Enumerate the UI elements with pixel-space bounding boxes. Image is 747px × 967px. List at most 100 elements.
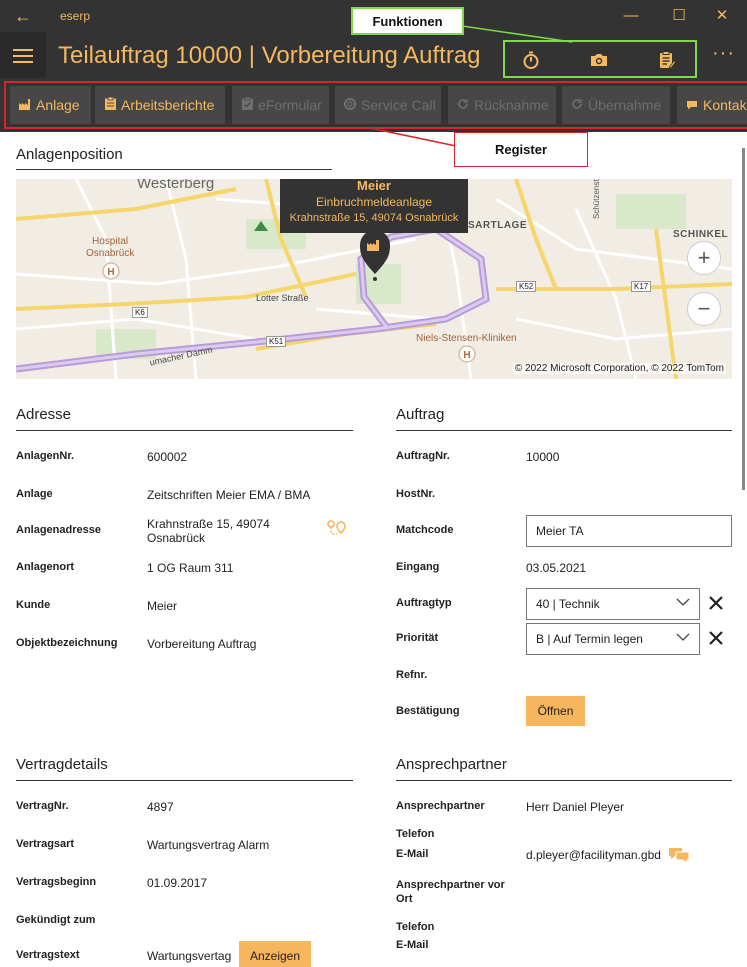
zoom-out-button[interactable]: − <box>687 292 721 326</box>
road-shield: K52 <box>516 281 537 292</box>
select-value: 40 | Technik <box>536 597 600 611</box>
popup-name: Meier <box>357 179 391 193</box>
field-label: Ort <box>396 893 413 905</box>
prioritaet-select[interactable]: B | Auf Termin legen <box>526 623 700 655</box>
chat-contact-icon[interactable] <box>668 846 690 864</box>
field-label: Ansprechpartner <box>396 800 485 812</box>
clear-auftragtyp-icon[interactable] <box>707 594 725 612</box>
field-label: Anlagenort <box>16 561 75 573</box>
svg-text:H: H <box>107 267 114 278</box>
field-value: Meier <box>147 599 178 613</box>
oeffnen-button[interactable]: Öffnen <box>526 696 585 726</box>
field-value: Wartungsvertag <box>147 949 232 963</box>
field-value: Vorbereitung Auftrag <box>147 637 257 651</box>
field-label: Kunde <box>16 599 51 611</box>
field-label: Telefon <box>396 828 435 840</box>
field-label: E-Mail <box>396 939 429 951</box>
clipboard-edit-icon[interactable] <box>657 50 677 70</box>
page-title: Teilauftrag 10000 | Vorbereitung Auftrag <box>58 42 481 69</box>
field-label: Anlagenadresse <box>16 524 101 536</box>
road-shield: K6 <box>132 307 148 318</box>
map-label: Schützenstraße <box>592 179 601 219</box>
field-label: VertragNr. <box>16 800 69 812</box>
field-label: Objektbezeichnung <box>16 637 118 649</box>
section-divider <box>16 169 332 170</box>
map-label: Westerberg <box>137 179 215 192</box>
field-label: E-Mail <box>396 848 429 860</box>
field-label: Matchcode <box>396 524 454 536</box>
register-highlight <box>4 81 747 129</box>
select-value: B | Auf Termin legen <box>536 632 643 646</box>
zoom-in-button[interactable]: + <box>687 241 721 275</box>
map-label: Niels-Stensen-Kliniken <box>416 333 517 344</box>
field-label: Anlage <box>16 488 53 500</box>
location-map[interactable]: H H Westerberg Hospital Osnabrück SCHINK… <box>16 179 732 379</box>
back-arrow-icon[interactable]: ← <box>14 6 34 26</box>
field-label: Priorität <box>396 632 439 644</box>
field-value: 01.09.2017 <box>147 876 208 890</box>
vertical-scrollbar[interactable] <box>742 148 745 490</box>
field-label: Ansprechpartner vor <box>396 879 505 891</box>
section-title-ansprechpartner: Ansprechpartner <box>396 756 507 773</box>
app-header: Teilauftrag 10000 | Vorbereitung Auftrag… <box>0 32 747 78</box>
map-label: SCHINKEL <box>673 229 729 240</box>
map-copyright: © 2022 Microsoft Corporation, © 2022 Tom… <box>512 363 726 374</box>
field-label: AuftragNr. <box>396 450 450 462</box>
route-pin-icon[interactable] <box>326 519 348 539</box>
maximize-icon[interactable]: ☐ <box>669 6 689 26</box>
section-title-vertragdetails: Vertragdetails <box>16 756 108 773</box>
popup-address: Krahnstraße 15, 49074 Osnabrück <box>289 212 459 224</box>
more-options-icon[interactable]: ··· <box>712 42 735 65</box>
field-label: Gekündigt zum <box>16 914 96 926</box>
camera-icon[interactable] <box>589 50 609 70</box>
register-callout: Register <box>454 132 588 167</box>
field-label: Telefon <box>396 921 435 933</box>
road-shield: K51 <box>266 336 287 347</box>
field-label: Eingang <box>396 561 440 573</box>
field-label: Refnr. <box>396 669 428 681</box>
field-value: d.pleyer@facilityman.gbd <box>526 848 661 862</box>
field-label: Vertragstext <box>16 949 80 961</box>
map-popup: Meier Einbruchmeldeanlage Krahnstraße 15… <box>280 179 468 233</box>
auftragtyp-select[interactable]: 40 | Technik <box>526 588 700 620</box>
map-label: Hospital <box>92 236 129 247</box>
map-label: Osnabrück <box>86 248 135 259</box>
field-value: 10000 <box>526 450 560 464</box>
chevron-down-icon <box>676 633 690 641</box>
section-title-adresse: Adresse <box>16 406 72 423</box>
field-value: Herr Daniel Pleyer <box>526 800 625 814</box>
matchcode-input[interactable]: Meier TA <box>526 515 732 547</box>
field-value: 600002 <box>147 450 188 464</box>
app-name: eserp <box>60 9 91 23</box>
section-divider <box>16 430 353 431</box>
minimize-icon[interactable]: — <box>621 6 641 26</box>
anzeigen-button[interactable]: Anzeigen <box>239 941 311 967</box>
field-label: Auftragtyp <box>396 597 452 609</box>
popup-type: Einbruchmeldeanlage <box>315 195 433 209</box>
functions-highlight <box>503 40 697 78</box>
field-value: Krahnstraße 15, 49074 <box>147 517 270 531</box>
section-divider <box>16 780 353 781</box>
clear-prioritaet-icon[interactable] <box>707 629 725 647</box>
field-label: Bestätigung <box>396 705 460 717</box>
field-value: 1 OG Raum 311 <box>147 561 234 575</box>
map-label: Lotter Straße <box>256 293 309 303</box>
field-value: Osnabrück <box>147 531 206 545</box>
section-title-anlagenposition: Anlagenposition <box>16 146 123 163</box>
field-label: Vertragsbeginn <box>16 876 97 888</box>
field-label: Vertragsart <box>16 838 75 850</box>
field-value: Zeitschriften Meier EMA / BMA <box>147 488 311 502</box>
stopwatch-icon[interactable] <box>521 50 541 70</box>
close-window-icon[interactable]: ✕ <box>712 6 732 26</box>
register-callout-connector <box>370 127 457 147</box>
section-divider <box>396 780 732 781</box>
field-value: 03.05.2021 <box>526 561 587 575</box>
section-title-auftrag: Auftrag <box>396 406 445 423</box>
hamburger-menu-icon[interactable] <box>0 32 46 78</box>
section-divider <box>396 430 732 431</box>
map-label: SARTLAGE <box>468 220 527 231</box>
field-value: Wartungsvertrag Alarm <box>147 838 270 852</box>
field-label: AnlagenNr. <box>16 450 75 462</box>
svg-text:H: H <box>463 350 470 361</box>
chevron-down-icon <box>676 598 690 606</box>
